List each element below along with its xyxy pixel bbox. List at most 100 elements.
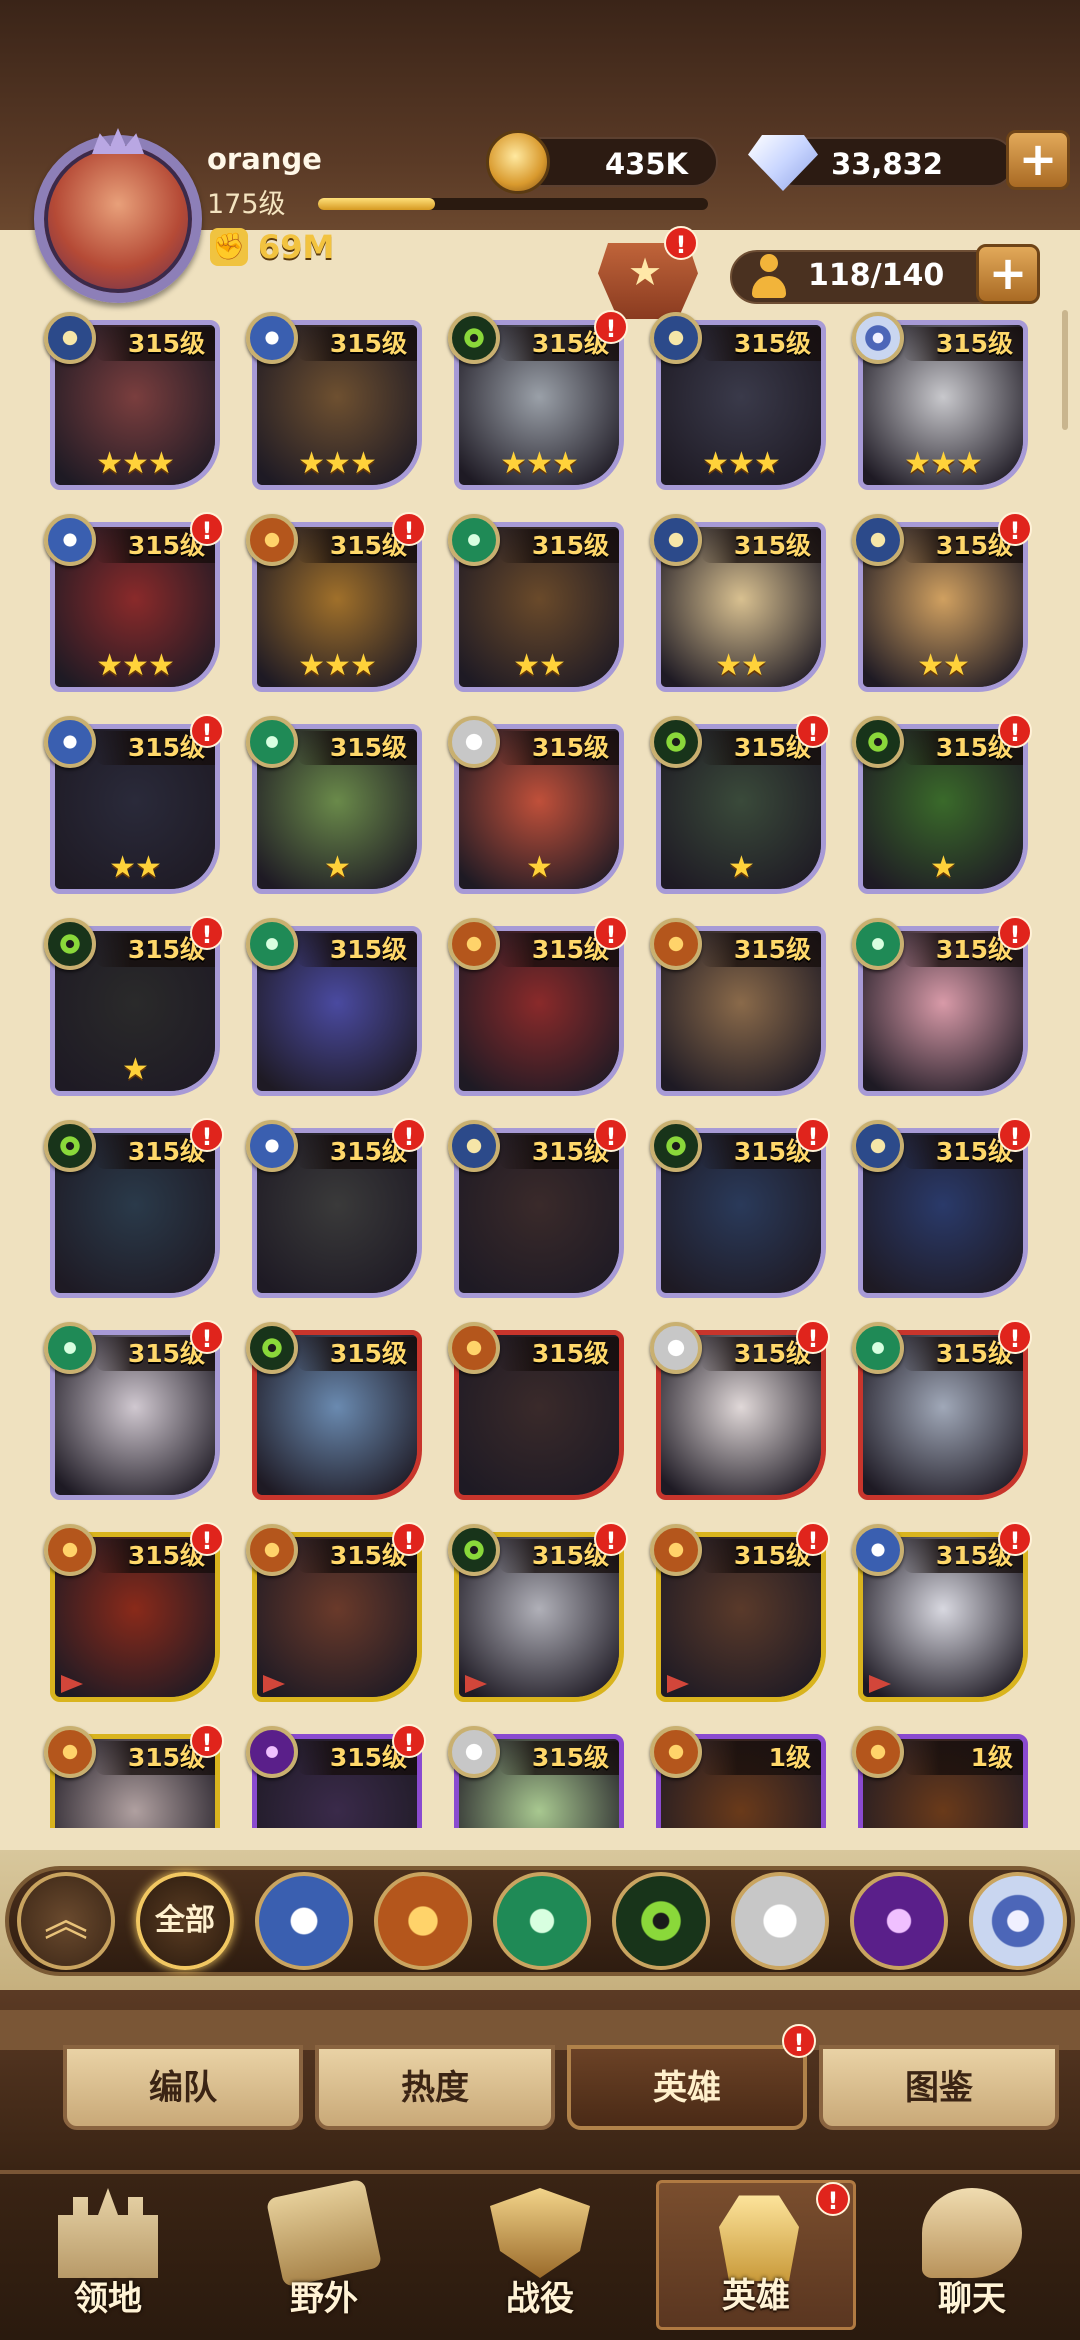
hero-level: 315级: [701, 933, 821, 967]
filter-hypo-icon[interactable]: [850, 1872, 948, 1970]
subtab-alert-badge: !: [782, 2024, 816, 2058]
maul-faction-icon: [448, 918, 500, 970]
nav-item-0[interactable]: 领地: [8, 2180, 208, 2330]
hero-alert-badge: !: [796, 1320, 830, 1354]
light-faction-icon: [650, 514, 702, 566]
light-faction-icon: [852, 1120, 904, 1172]
hero-alert-badge: !: [796, 714, 830, 748]
hero-level: 315级: [701, 327, 821, 361]
player-avatar[interactable]: [34, 135, 202, 303]
dim-faction-icon: [852, 312, 904, 364]
hero-level: 315级: [297, 933, 417, 967]
grave-faction-icon: [650, 716, 702, 768]
collapse-chevron-icon[interactable]: ︽: [17, 1872, 115, 1970]
grave-faction-icon: [44, 1120, 96, 1172]
maul-faction-icon: [650, 918, 702, 970]
hero-stars: ★: [526, 850, 553, 885]
subtab-3[interactable]: 图鉴: [819, 2045, 1059, 2130]
hero-stars: ★★★: [500, 446, 579, 481]
hero-stars: ★★★: [904, 446, 983, 481]
hero-alert-badge: !: [190, 512, 224, 546]
hero-alert-badge: !: [190, 714, 224, 748]
wild-faction-icon: [448, 514, 500, 566]
hero-stars: ★★★: [96, 446, 175, 481]
lightbearer-faction-icon: [44, 514, 96, 566]
scrollbar[interactable]: [1062, 310, 1068, 430]
hero-alert-badge: !: [998, 1320, 1032, 1354]
hero-stars: ★★: [715, 648, 768, 683]
lightbearer-faction-icon: [246, 312, 298, 364]
grave-faction-icon: [448, 1524, 500, 1576]
hero-grid[interactable]: 315级 ★★★ 315级 ★★★ 315级 ★★★! 315级 ★★★ 315级 ★★★ 315级…: [0, 310, 1080, 1828]
subtab-0[interactable]: 编队: [63, 2045, 303, 2130]
grave-faction-icon: [650, 1120, 702, 1172]
filter-dim-icon[interactable]: [969, 1872, 1067, 1970]
hero-alert-badge: !: [998, 512, 1032, 546]
wild-faction-icon: [246, 716, 298, 768]
hero-stars: ★: [324, 850, 351, 885]
subtab-1[interactable]: 热度: [315, 2045, 555, 2130]
person-icon: [752, 254, 786, 300]
hero-alert-badge: !: [594, 310, 628, 344]
nav-label: 聊天: [938, 2279, 1006, 2319]
celest-faction-icon: [650, 1322, 702, 1374]
grave-faction-icon: [44, 918, 96, 970]
maul-faction-icon: [650, 1726, 702, 1778]
hero-alert-badge: !: [392, 512, 426, 546]
filter-maul-icon[interactable]: [374, 1872, 472, 1970]
power-value: 69M: [258, 228, 335, 266]
filter-celest-icon[interactable]: [731, 1872, 829, 1970]
expand-capacity-button[interactable]: +: [976, 244, 1040, 304]
hero-stars: ★★: [917, 648, 970, 683]
hero-alert-badge: !: [392, 1118, 426, 1152]
hero-stars: ★★: [109, 850, 162, 885]
nav-label: 野外: [290, 2279, 358, 2319]
filter-lightbearer-icon[interactable]: [255, 1872, 353, 1970]
hero-alert-badge: !: [998, 1522, 1032, 1556]
chest-alert-badge: !: [664, 226, 698, 260]
hero-alert-badge: !: [594, 916, 628, 950]
subtab-2[interactable]: 英雄: [567, 2045, 807, 2130]
hero-alert-badge: !: [594, 1118, 628, 1152]
light-faction-icon: [650, 312, 702, 364]
maul-faction-icon: [44, 1726, 96, 1778]
hero-level: 315级: [499, 529, 619, 563]
nav-item-4[interactable]: 聊天: [872, 2180, 1072, 2330]
wild-faction-icon: [246, 918, 298, 970]
wild-faction-icon: [852, 918, 904, 970]
gold-coin-icon: [486, 130, 550, 194]
hero-level: 315级: [499, 1741, 619, 1775]
hero-alert-badge: !: [998, 714, 1032, 748]
add-diamond-button[interactable]: +: [1006, 130, 1070, 190]
light-faction-icon: [852, 514, 904, 566]
nav-label: 英雄: [722, 2276, 790, 2316]
hero-alert-badge: !: [392, 1522, 426, 1556]
hero-stars: ★★★: [298, 446, 377, 481]
grave-faction-icon: [246, 1322, 298, 1374]
maul-faction-icon: [246, 514, 298, 566]
maul-faction-icon: [650, 1524, 702, 1576]
filter-wild-icon[interactable]: [493, 1872, 591, 1970]
hero-capacity-value: 118/140: [808, 258, 945, 293]
hero-level: 315级: [499, 1337, 619, 1371]
celest-faction-icon: [448, 1726, 500, 1778]
hero-stars: ★★: [513, 648, 566, 683]
hero-stars: ★: [728, 850, 755, 885]
nav-item-1[interactable]: 野外: [224, 2178, 424, 2330]
hero-alert-badge: !: [190, 916, 224, 950]
hero-level: 315级: [499, 731, 619, 765]
maul-faction-icon: [44, 1524, 96, 1576]
nav-alert-badge: !: [816, 2182, 850, 2216]
grave-faction-icon: [448, 312, 500, 364]
hero-alert-badge: !: [190, 1118, 224, 1152]
filter-all-button[interactable]: 全部: [136, 1872, 234, 1970]
subtab-rail: [0, 2010, 1080, 2050]
nav-item-2[interactable]: 战役: [440, 2180, 640, 2330]
filter-grave-icon[interactable]: [612, 1872, 710, 1970]
nav-label: 战役: [506, 2279, 574, 2319]
lightbearer-faction-icon: [246, 1120, 298, 1172]
lightbearer-faction-icon: [852, 1524, 904, 1576]
maul-faction-icon: [246, 1524, 298, 1576]
sword-shield-icon: [490, 2188, 590, 2278]
hero-alert-badge: !: [190, 1320, 224, 1354]
